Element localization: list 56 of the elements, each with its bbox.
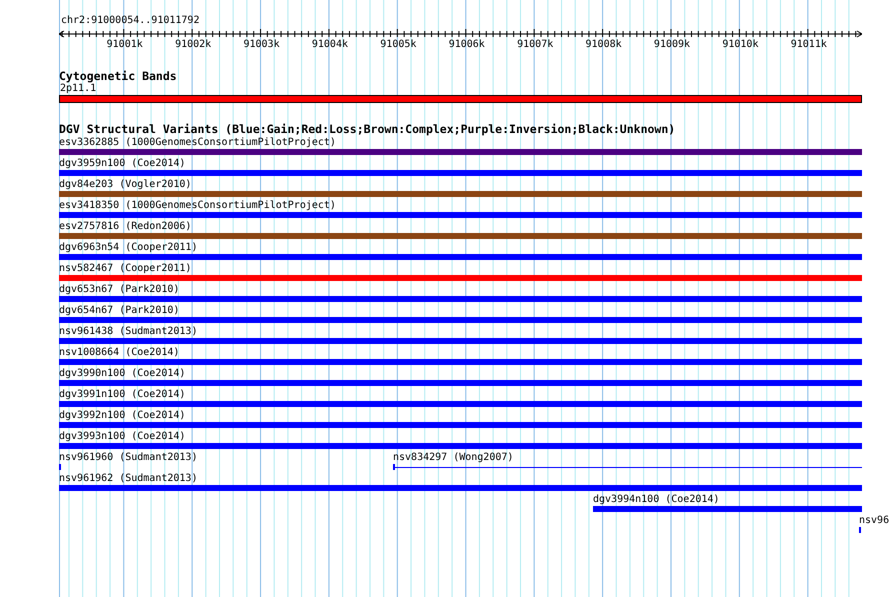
- track-title: DGV Structural Variants (Blue:Gain;Red:Loss;Brown:Complex;Purple:Inversion;Black:Unknown): [59, 123, 676, 136]
- variant-label: nsv961960 (Sudmant2013): [59, 451, 198, 464]
- variant-label: esv3418350 (1000GenomesConsortiumPilotProject): [59, 199, 337, 212]
- variant-label: nsv96: [859, 514, 890, 527]
- variant-label: dgv3991n100 (Coe2014): [59, 388, 186, 401]
- variant-bar[interactable]: [59, 443, 862, 449]
- variant-label: dgv3992n100 (Coe2014): [59, 409, 186, 422]
- variant-tick[interactable]: [859, 527, 861, 533]
- variant-label: esv3362885 (1000GenomesConsortiumPilotProject): [59, 136, 337, 149]
- ruler-label: 91011k: [790, 38, 827, 51]
- variant-line[interactable]: [393, 464, 862, 470]
- variant-label: dgv84e203 (Vogler2010): [59, 178, 192, 191]
- ruler-label: 91007k: [517, 38, 554, 51]
- variant-label: dgv654n67 (Park2010): [59, 304, 180, 317]
- variant-bar[interactable]: [59, 233, 862, 239]
- variant-bar[interactable]: [59, 422, 862, 428]
- variant-tick[interactable]: [59, 464, 61, 470]
- variant-bar[interactable]: [59, 485, 862, 491]
- variant-label: dgv3994n100 (Coe2014): [593, 493, 720, 506]
- variant-label: nsv1008664 (Coe2014): [59, 346, 180, 359]
- variant-bar[interactable]: [59, 380, 862, 386]
- variant-bar[interactable]: [59, 296, 862, 302]
- variant-bar[interactable]: [59, 275, 862, 281]
- track-title: Cytogenetic Bands: [59, 70, 178, 83]
- variant-bar[interactable]: [59, 401, 862, 407]
- ruler-label: 91005k: [380, 38, 416, 51]
- variant-label: nsv961438 (Sudmant2013): [59, 325, 198, 338]
- variant-label: nsv582467 (Cooper2011): [59, 262, 192, 275]
- ruler-label: 91009k: [654, 38, 690, 51]
- ruler-label: 91004k: [312, 38, 348, 51]
- variant-label: esv2757816 (Redon2006): [59, 220, 192, 233]
- cytoband-bar[interactable]: [59, 95, 862, 103]
- variant-label: dgv653n67 (Park2010): [59, 283, 180, 296]
- band-label: 2p11.1: [60, 83, 98, 95]
- variant-bar[interactable]: [59, 170, 862, 176]
- ruler-label: 91008k: [586, 38, 622, 51]
- variant-label: dgv6963n54 (Cooper2011): [59, 241, 198, 254]
- ruler-label: 91002k: [175, 38, 212, 51]
- ruler-label: 91010k: [722, 38, 758, 51]
- variant-bar[interactable]: [59, 359, 862, 365]
- variant-label: nsv961962 (Sudmant2013): [59, 472, 198, 485]
- location-label: chr2:91000054..91011792: [61, 14, 200, 27]
- variant-bar[interactable]: [59, 317, 862, 323]
- ruler-label: 91006k: [448, 38, 485, 51]
- variant-bar[interactable]: [59, 254, 862, 260]
- variant-bar[interactable]: [59, 191, 862, 197]
- ruler-label: 91003k: [243, 38, 280, 51]
- variant-bar[interactable]: [59, 338, 862, 344]
- variant-label: dgv3993n100 (Coe2014): [59, 430, 186, 443]
- variant-label: dgv3959n100 (Coe2014): [59, 157, 186, 170]
- variant-bar[interactable]: [59, 149, 862, 155]
- variant-bar[interactable]: [59, 212, 862, 218]
- ruler-label: 91001k: [106, 38, 143, 51]
- variant-bar[interactable]: [593, 506, 862, 512]
- variant-label: dgv3990n100 (Coe2014): [59, 367, 186, 380]
- variant-label: nsv834297 (Wong2007): [393, 451, 514, 464]
